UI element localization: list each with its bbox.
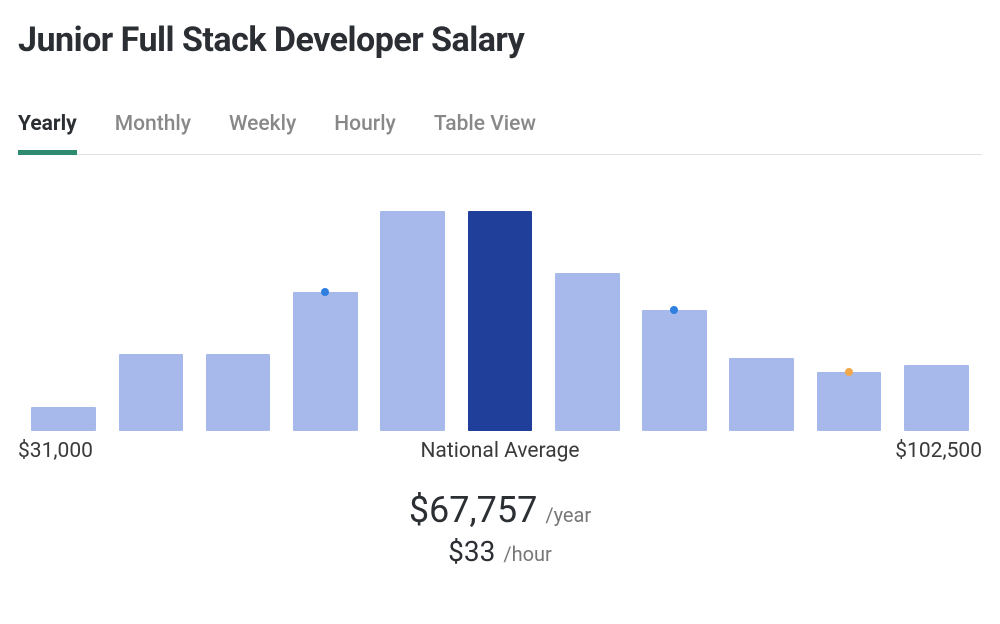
bar-slot: [20, 407, 107, 431]
chart-bar[interactable]: [729, 358, 794, 431]
tab-monthly[interactable]: Monthly: [115, 112, 191, 155]
summary: $67,757 /year $33 /hour: [18, 489, 982, 568]
marker-dot-icon: [670, 306, 678, 314]
tabs-row: Yearly Monthly Weekly Hourly Table View: [18, 112, 982, 155]
axis-center-label: National Average: [420, 439, 579, 463]
bar-slot: [718, 358, 805, 431]
chart-bar[interactable]: [293, 292, 358, 431]
summary-hourly-unit: /hour: [503, 542, 551, 566]
bar-slot: [369, 211, 456, 431]
bar-slot: [282, 292, 369, 431]
tab-hourly[interactable]: Hourly: [334, 112, 396, 155]
bar-slot: [456, 211, 543, 431]
tab-weekly[interactable]: Weekly: [229, 112, 296, 155]
chart-bar-highlight[interactable]: [468, 211, 533, 431]
marker-dot-icon: [845, 368, 853, 376]
chart-axis-labels: $31,000 National Average $102,500: [18, 439, 982, 467]
axis-max-label: $102,500: [895, 439, 982, 463]
chart-bar[interactable]: [817, 372, 882, 431]
bar-slot: [107, 354, 194, 431]
chart-bar[interactable]: [206, 354, 271, 431]
chart-bar[interactable]: [380, 211, 445, 431]
chart-bar[interactable]: [31, 407, 96, 431]
summary-yearly-unit: /year: [545, 503, 591, 527]
page-title: Junior Full Stack Developer Salary: [18, 20, 982, 60]
tab-table-view[interactable]: Table View: [434, 112, 536, 155]
bar-slot: [195, 354, 282, 431]
chart-bar[interactable]: [642, 310, 707, 431]
bar-slot: [805, 372, 892, 431]
axis-min-label: $31,000: [18, 439, 93, 463]
chart-bar[interactable]: [904, 365, 969, 431]
bar-slot: [893, 365, 980, 431]
chart-bar[interactable]: [555, 273, 620, 431]
bar-slot: [631, 310, 718, 431]
chart-bar[interactable]: [119, 354, 184, 431]
tab-yearly[interactable]: Yearly: [18, 112, 77, 155]
bar-slot: [544, 273, 631, 431]
marker-dot-icon: [321, 288, 329, 296]
summary-yearly-value: $67,757: [409, 489, 537, 531]
chart-bars: [18, 211, 982, 431]
summary-hourly-value: $33: [448, 535, 495, 568]
salary-chart: $31,000 National Average $102,500: [18, 211, 982, 467]
